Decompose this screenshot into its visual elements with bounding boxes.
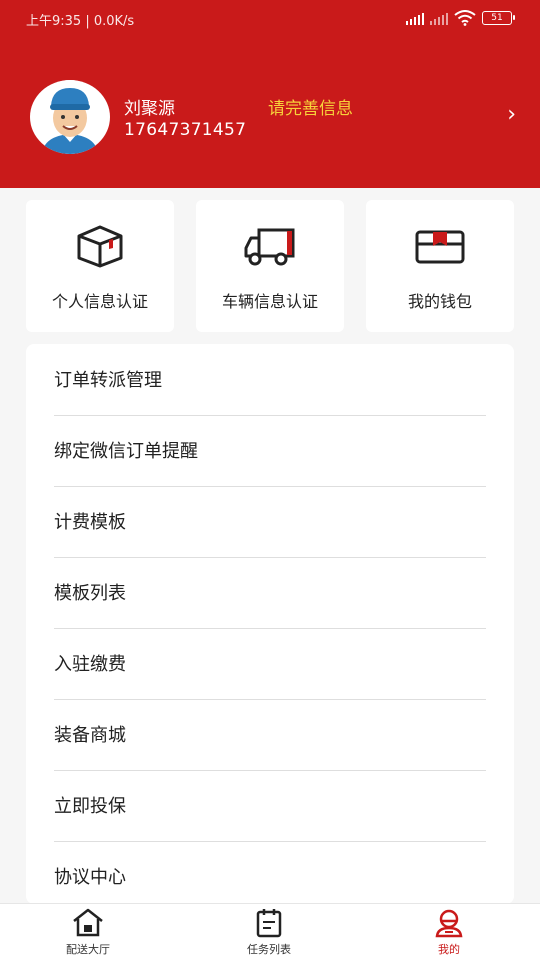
menu-item-order-transfer[interactable]: 订单转派管理: [54, 344, 486, 416]
truck-icon: [244, 228, 295, 266]
profile-summary[interactable]: 刘聚源 17647371457 请完善信息 ›: [30, 80, 516, 154]
tab-mine[interactable]: 我的: [389, 908, 509, 958]
menu-item-label: 立即投保: [54, 796, 126, 817]
menu-item-label: 装备商城: [54, 725, 126, 746]
menu-item-billing-template[interactable]: 计费模板: [54, 486, 486, 558]
user-phone: 17647371457: [124, 120, 247, 140]
menu-item-settlement-fee[interactable]: 入驻缴费: [54, 628, 486, 700]
home-icon: [73, 908, 103, 937]
signal-icon-secondary: [430, 11, 448, 25]
profile-header: 上午9:35 | 0.0K/s 51 刘聚源 17647371457 请完善信息…: [0, 0, 540, 188]
menu-item-insure-now[interactable]: 立即投保: [54, 770, 486, 842]
menu-item-template-list[interactable]: 模板列表: [54, 557, 486, 629]
card-vehicle-verification[interactable]: 车辆信息认证: [196, 200, 344, 332]
tab-label: 配送大厅: [66, 943, 110, 956]
chevron-right-icon[interactable]: ›: [507, 102, 516, 127]
wifi-icon: [454, 10, 476, 26]
menu-item-equipment-store[interactable]: 装备商城: [54, 699, 486, 771]
user-name: 刘聚源: [124, 99, 175, 119]
complete-info-link[interactable]: 请完善信息: [268, 94, 353, 119]
settings-menu: 订单转派管理 绑定微信订单提醒 计费模板 模板列表 入驻缴费 装备商城 立即投保…: [26, 344, 514, 904]
signal-icon: [406, 11, 424, 25]
battery-icon: 51: [482, 11, 515, 25]
wallet-icon: [415, 230, 465, 264]
card-personal-verification[interactable]: 个人信息认证: [26, 200, 174, 332]
status-time-speed: 上午9:35 | 0.0K/s: [26, 14, 135, 29]
avatar[interactable]: [30, 80, 110, 154]
card-label: 车辆信息认证: [221, 292, 318, 311]
menu-item-label: 协议中心: [54, 867, 126, 888]
status-bar: 上午9:35 | 0.0K/s 51: [0, 0, 540, 36]
avatar-courier-illustration: [33, 80, 107, 154]
box-icon: [77, 225, 123, 268]
task-list-icon: [256, 909, 282, 938]
status-icons: 51: [406, 10, 515, 26]
quick-actions: 个人信息认证 车辆信息认证 我的钱包: [26, 200, 514, 332]
menu-item-agreement-center[interactable]: 协议中心: [54, 841, 486, 904]
tab-task-list[interactable]: 任务列表: [209, 908, 329, 958]
menu-item-label: 模板列表: [54, 583, 126, 604]
menu-item-wechat-reminder[interactable]: 绑定微信订单提醒: [54, 415, 486, 487]
menu-item-label: 订单转派管理: [54, 370, 162, 391]
tab-delivery-hall[interactable]: 配送大厅: [28, 908, 148, 958]
card-label: 个人信息认证: [51, 292, 148, 311]
card-label: 我的钱包: [407, 292, 472, 311]
tab-label: 我的: [438, 943, 460, 956]
battery-level: 51: [491, 13, 503, 23]
menu-item-label: 计费模板: [54, 512, 126, 533]
tab-label: 任务列表: [247, 943, 291, 956]
profile-icon: [435, 909, 463, 938]
menu-item-label: 绑定微信订单提醒: [54, 441, 198, 462]
menu-item-label: 入驻缴费: [54, 654, 126, 675]
card-my-wallet[interactable]: 我的钱包: [366, 200, 514, 332]
bottom-tab-bar: 配送大厅 任务列表 我的: [0, 903, 540, 961]
